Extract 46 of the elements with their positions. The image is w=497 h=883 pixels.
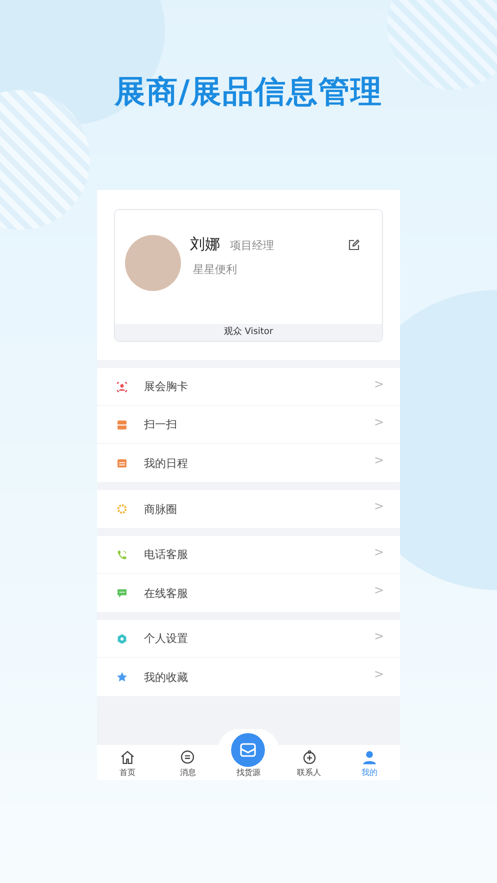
chevron: > — [374, 499, 384, 513]
visitor-label: 观众 Visitor — [115, 324, 382, 341]
chat-icon — [116, 587, 128, 599]
ring-icon — [116, 503, 128, 515]
menu-item[interactable]: 商脉圈 > — [97, 490, 400, 528]
chat-bubble-icon — [179, 749, 196, 766]
person-card-icon — [116, 380, 128, 392]
menu-item[interactable]: 扫一扫 > — [97, 406, 400, 444]
menu-item[interactable]: 展会胸卡 > — [97, 368, 400, 406]
menu-item[interactable]: 在线客服 > — [97, 574, 400, 612]
menu-label: 电话客服 — [144, 547, 189, 562]
tab-item[interactable]: 首页 — [97, 749, 158, 780]
chevron: > — [374, 628, 384, 642]
tab-item[interactable]: 联系人 — [278, 749, 340, 780]
job-title: 项目经理 — [230, 238, 274, 253]
menu-label: 展会胸卡 — [144, 379, 189, 394]
calendar-icon — [116, 457, 128, 469]
menu-item[interactable]: 我的日程 > — [97, 444, 400, 482]
company-name: 星星便利 — [193, 262, 238, 277]
menu-label: 个人设置 — [144, 631, 189, 646]
tab-item[interactable]: 消息 — [158, 749, 218, 780]
menu-label: 我的收藏 — [144, 670, 189, 684]
user-name: 刘娜 — [190, 235, 220, 254]
menu-label: 扫一扫 — [144, 417, 178, 432]
home-icon — [118, 749, 136, 766]
menu-label: 在线客服 — [144, 586, 189, 600]
chevron: > — [374, 583, 384, 597]
person-icon — [361, 749, 378, 766]
chevron: > — [374, 376, 384, 390]
contact-add-icon — [300, 749, 318, 766]
menu-item[interactable]: 我的收藏 > — [97, 658, 400, 696]
scan-icon — [116, 418, 128, 430]
menu-item[interactable]: 电话客服 > — [97, 536, 400, 574]
menu-label: 我的日程 — [144, 456, 189, 470]
chevron: > — [374, 414, 384, 428]
headline: 展商/展品信息管理 — [114, 73, 383, 112]
star-icon — [116, 671, 128, 683]
chevron: > — [374, 453, 384, 467]
menu-label: 商脉圈 — [144, 502, 178, 516]
chevron: > — [374, 544, 384, 558]
envelope-button-icon[interactable] — [231, 733, 266, 767]
edit-icon[interactable] — [348, 239, 360, 251]
settings-icon — [116, 632, 128, 644]
chevron: > — [374, 667, 384, 681]
menu-item[interactable]: 个人设置 > — [97, 620, 400, 658]
phone-icon — [116, 548, 128, 560]
